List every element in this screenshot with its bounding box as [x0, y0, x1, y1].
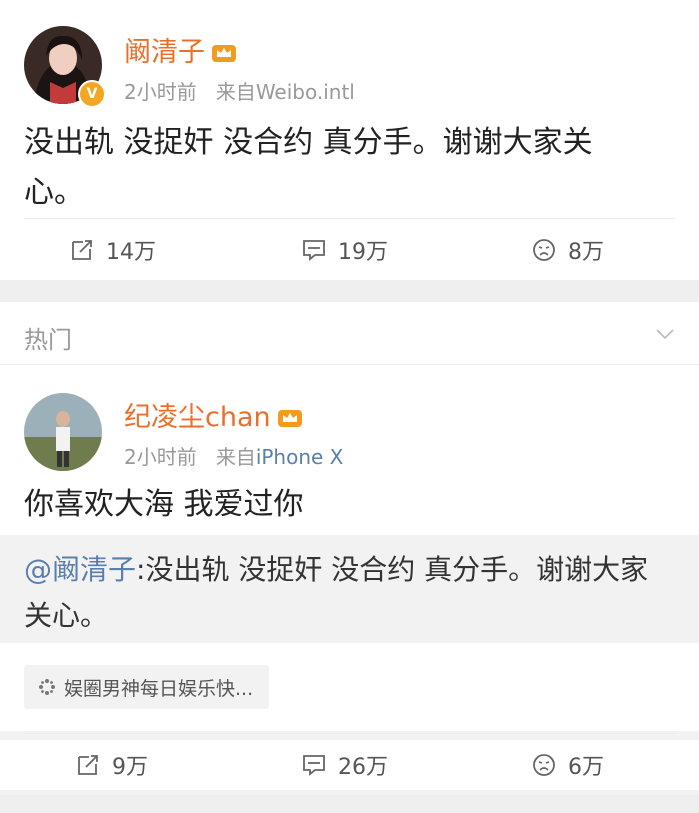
chevron-down-icon[interactable] [655, 324, 675, 344]
crown-vip-icon [212, 44, 236, 62]
repost-button[interactable]: 14万 [70, 225, 156, 275]
post-source: Weibo.intl [255, 80, 355, 104]
hot-section-header[interactable]: 热门 [0, 302, 699, 365]
post-time: 2小时前 [124, 80, 197, 104]
author-name[interactable]: 纪凌尘chan [124, 395, 303, 434]
hot-label: 热门 [24, 326, 72, 354]
section-gap [0, 280, 699, 302]
action-bar: 9万 26万 6万 [0, 740, 699, 790]
divider [24, 218, 675, 219]
sad-face-icon [533, 754, 555, 776]
section-gap [0, 795, 699, 813]
crown-vip-icon [277, 409, 302, 427]
post-source: iPhone X [255, 445, 344, 469]
repost-icon [78, 755, 98, 775]
comment-button[interactable]: 26万 [302, 740, 388, 790]
mention-link[interactable]: @阚清子 [24, 553, 136, 586]
like-button[interactable]: 8万 [532, 225, 604, 275]
comment-button[interactable]: 19万 [302, 225, 388, 275]
repost-button[interactable]: 9万 [76, 740, 148, 790]
topic-tag[interactable]: 娱圈男神每日娱乐快... [24, 665, 270, 709]
avatar[interactable] [24, 393, 102, 471]
post-meta: 2小时前 来自iPhone X [124, 445, 344, 469]
author-name[interactable]: 阚清子 [124, 30, 237, 69]
post-text: 没出轨 没捉奸 没合约 真分手。谢谢大家关心。 [24, 125, 593, 210]
reposted-content[interactable]: @阚清子:没出轨 没捉奸 没合约 真分手。谢谢大家关心。 [0, 535, 699, 643]
like-button[interactable]: 6万 [532, 740, 604, 790]
divider [24, 733, 675, 734]
comment-icon [303, 240, 325, 261]
post-meta: 2小时前 来自Weibo.intl [124, 80, 355, 104]
action-bar: 14万 19万 8万 [0, 225, 699, 275]
sad-face-icon [533, 239, 555, 261]
verified-badge-icon: V [78, 80, 106, 108]
topic-sparkle-icon [39, 679, 55, 695]
repost-icon [72, 240, 92, 260]
post-card-2: 纪凌尘chan 2小时前 来自iPhone X 你喜欢大海 我爱过你 @阚清子:… [0, 365, 699, 731]
post-card-1: V 阚清子 2小时前 来自Weibo.intl 没出轨 没捉奸 没合约 真分手。… [0, 0, 699, 280]
post-text: 你喜欢大海 我爱过你 [24, 487, 304, 522]
comment-icon [303, 755, 325, 776]
post-time: 2小时前 [124, 445, 197, 469]
